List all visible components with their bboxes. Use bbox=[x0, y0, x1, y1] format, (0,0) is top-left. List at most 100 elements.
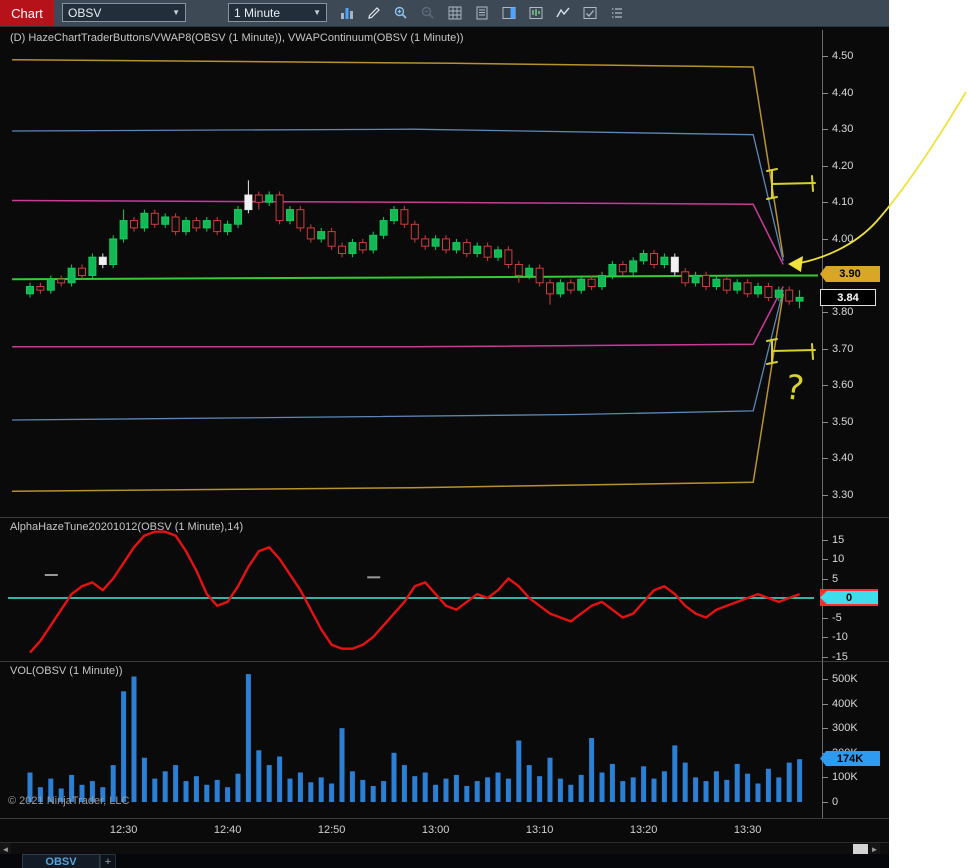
volume-bar bbox=[329, 783, 335, 802]
zero-line-badge: 0 bbox=[820, 591, 878, 604]
chart-trader-icon[interactable] bbox=[498, 3, 520, 23]
candle-body bbox=[130, 220, 138, 229]
candle-body bbox=[306, 227, 315, 240]
candle-body bbox=[36, 286, 45, 291]
candle-body bbox=[67, 267, 76, 284]
volume-bar bbox=[599, 772, 605, 802]
symbol-dropdown[interactable]: OBSV ▼ bbox=[62, 3, 186, 22]
candle-body bbox=[390, 209, 398, 222]
volume-bar bbox=[703, 781, 709, 802]
volume-bar bbox=[173, 765, 179, 802]
volume-bar bbox=[453, 774, 459, 802]
zoom-in-icon[interactable] bbox=[390, 3, 412, 23]
volume-panel-canvas[interactable] bbox=[0, 661, 889, 818]
volume-bar bbox=[568, 784, 574, 802]
volume-bar bbox=[214, 779, 220, 802]
candle-body bbox=[400, 209, 409, 225]
volume-bar bbox=[797, 759, 803, 802]
candle-body bbox=[712, 278, 721, 287]
volume-bar bbox=[433, 784, 439, 802]
volume-bar bbox=[245, 674, 251, 802]
candle-body bbox=[182, 220, 190, 233]
candle-body bbox=[795, 296, 804, 302]
price-axis-label: 4.30 bbox=[820, 121, 889, 137]
volume-bar bbox=[370, 786, 376, 802]
candle-body bbox=[608, 264, 617, 276]
interval-value: 1 Minute bbox=[234, 5, 281, 20]
time-axis-label: 12:50 bbox=[317, 824, 346, 836]
candle-body bbox=[358, 242, 367, 251]
price-axis-label: 3.40 bbox=[820, 450, 889, 466]
volume-value-badge: 174K bbox=[820, 751, 880, 766]
candle-body bbox=[348, 242, 357, 255]
zoom-out-icon[interactable] bbox=[417, 3, 439, 23]
candle-body bbox=[275, 194, 284, 222]
grid-icon[interactable] bbox=[444, 3, 466, 23]
candle-body bbox=[504, 249, 513, 265]
volume-axis-label: 500K bbox=[820, 671, 889, 687]
candle-body bbox=[254, 194, 263, 203]
volume-bar bbox=[765, 768, 771, 802]
strategies-icon[interactable] bbox=[579, 3, 601, 23]
drawing-tools-icon[interactable] bbox=[363, 3, 385, 23]
chart-style-icon[interactable] bbox=[336, 3, 358, 23]
volume-bar bbox=[287, 778, 293, 802]
volume-bar bbox=[578, 774, 584, 802]
chart-menu-button[interactable]: Chart bbox=[0, 0, 54, 26]
candle-body bbox=[462, 242, 471, 255]
volume-bar bbox=[349, 771, 355, 803]
time-axis-label: 12:30 bbox=[109, 824, 138, 836]
candle-body bbox=[535, 267, 544, 284]
volume-bar bbox=[516, 740, 522, 802]
oscillator-axis-label: -10 bbox=[820, 629, 889, 645]
candle-body bbox=[213, 220, 222, 233]
candle-body bbox=[369, 234, 378, 251]
time-axis-label: 13:10 bbox=[525, 824, 554, 836]
data-box-icon[interactable] bbox=[525, 3, 547, 23]
price-axis-label: 4.20 bbox=[820, 158, 889, 174]
toolbar: Chart OBSV ▼ 1 Minute ▼ bbox=[0, 0, 889, 27]
volume-bar bbox=[121, 691, 127, 802]
toolbar-icon-group bbox=[336, 3, 628, 23]
volume-bar bbox=[235, 773, 241, 802]
interval-dropdown[interactable]: 1 Minute ▼ bbox=[228, 3, 327, 22]
candle-body bbox=[98, 256, 107, 265]
oscillator-axis-label: 5 bbox=[820, 571, 889, 587]
candle-body bbox=[618, 264, 627, 273]
volume-axis-label: 300K bbox=[820, 720, 889, 736]
price-panel-canvas[interactable] bbox=[0, 26, 889, 517]
volume-bar bbox=[391, 752, 397, 802]
candle-body bbox=[223, 223, 232, 233]
volume-bar bbox=[641, 766, 647, 802]
indicators-icon[interactable] bbox=[552, 3, 574, 23]
candle-body bbox=[421, 238, 430, 247]
time-axis[interactable]: 12:30 12:40 12:50 13:00 13:10 13:20 13:30 bbox=[0, 818, 820, 842]
candle-body bbox=[494, 249, 502, 258]
candle-body bbox=[410, 223, 419, 240]
volume-bar bbox=[713, 771, 719, 803]
oscillator-panel-title: AlphaHazeTune20201012(OBSV (1 Minute),14… bbox=[10, 521, 244, 533]
candle-body bbox=[670, 256, 679, 273]
candle-body bbox=[743, 282, 752, 295]
volume-bar bbox=[162, 771, 168, 803]
volume-bar bbox=[620, 781, 626, 802]
candle-body bbox=[327, 231, 336, 247]
overlay-vwap-upper-3 bbox=[12, 58, 784, 258]
volume-axis[interactable]: 500K400K300K200K100K0 bbox=[820, 661, 889, 818]
candle-body bbox=[317, 231, 326, 240]
volume-axis-label: 400K bbox=[820, 696, 889, 712]
symbol-value: OBSV bbox=[68, 5, 102, 20]
price-axis-label: 3.50 bbox=[820, 414, 889, 430]
scrollbar-thumb[interactable] bbox=[853, 844, 868, 854]
oscillator-panel-canvas[interactable] bbox=[0, 517, 889, 661]
report-icon[interactable] bbox=[471, 3, 493, 23]
volume-bar bbox=[464, 786, 470, 802]
add-tab-button[interactable]: + bbox=[100, 854, 116, 868]
volume-bar bbox=[724, 779, 730, 802]
tab-obsv[interactable]: OBSV bbox=[22, 854, 100, 868]
candle-body bbox=[556, 282, 565, 295]
candle-body bbox=[431, 238, 440, 247]
properties-icon[interactable] bbox=[606, 3, 628, 23]
price-axis-label: 4.50 bbox=[820, 48, 889, 64]
candle-body bbox=[774, 289, 783, 298]
